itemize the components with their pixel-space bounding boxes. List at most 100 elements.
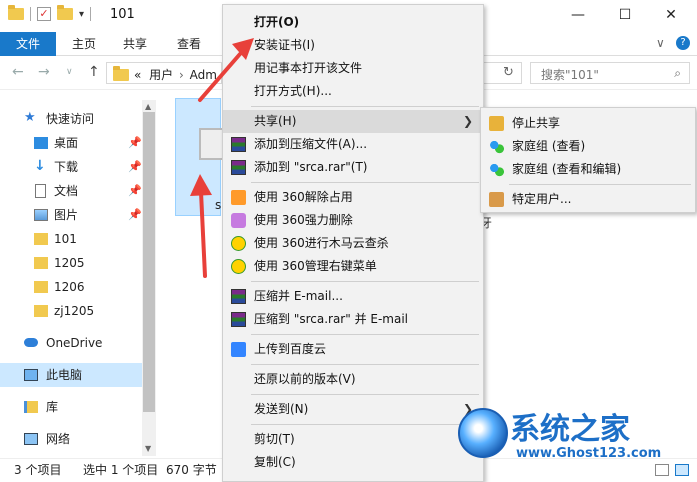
360-delete-icon — [231, 213, 246, 228]
menu-item-360-trojan-scan[interactable]: 使用 360进行木马云查杀 — [223, 232, 483, 255]
sidebar-item-onedrive[interactable]: OneDrive — [0, 331, 142, 355]
address-bar-end[interactable] — [480, 62, 522, 84]
sidebar-item-101[interactable]: 101 — [0, 227, 142, 251]
menu-item-open[interactable]: 打开(O) — [223, 11, 483, 34]
menu-item-360-unlock[interactable]: 使用 360解除占用 — [223, 186, 483, 209]
pin-icon[interactable]: 📌 — [128, 131, 142, 155]
large-icons-view-icon[interactable] — [675, 464, 689, 476]
sidebar-item-label: 快速访问 — [46, 112, 95, 126]
ribbon-expand-icon[interactable]: ∨ — [656, 36, 665, 50]
breadcrumb-users[interactable]: 用户 — [149, 68, 173, 82]
cloud-icon — [24, 338, 38, 347]
forward-icon[interactable]: → — [38, 64, 50, 80]
close-button[interactable]: ✕ — [648, 0, 694, 30]
menu-separator — [251, 281, 479, 282]
menu-item-label: 安装证书(I) — [254, 38, 315, 52]
picture-icon — [34, 209, 48, 221]
sidebar-item-label: 网络 — [46, 432, 71, 446]
menu-item-label: 特定用户... — [512, 192, 572, 206]
submenu-item-specific-people[interactable]: 特定用户... — [481, 188, 695, 211]
menu-item-upload-baidu[interactable]: 上传到百度云 — [223, 338, 483, 361]
sidebar-item-downloads[interactable]: ↓ 下载 📌 — [0, 155, 142, 179]
maximize-button[interactable]: ☐ — [602, 0, 648, 30]
window-title: 101 — [110, 7, 135, 22]
sidebar-item-1205[interactable]: 1205 — [0, 251, 142, 275]
menu-item-360-force-delete[interactable]: 使用 360强力删除 — [223, 209, 483, 232]
menu-item-add-to-srca-rar[interactable]: 添加到 "srca.rar"(T) — [223, 156, 483, 179]
pin-icon[interactable]: 📌 — [128, 179, 142, 203]
tab-file[interactable]: 文件 — [0, 32, 56, 56]
sidebar-item-label: 101 — [54, 232, 77, 246]
search-input[interactable]: 搜索"101" — [541, 66, 599, 83]
minimize-button[interactable]: — — [555, 0, 601, 30]
sidebar-item-zj1205[interactable]: zj1205 — [0, 299, 142, 323]
menu-item-compress-srca-email[interactable]: 压缩到 "srca.rar" 并 E-mail — [223, 308, 483, 331]
sidebar-item-libraries[interactable]: 库 — [0, 395, 142, 419]
quick-access-toolbar-dropdown-icon[interactable]: ▾ — [79, 9, 84, 20]
selection-count: 选中 1 个项目 — [83, 463, 159, 477]
menu-item-add-to-archive[interactable]: 添加到压缩文件(A)... — [223, 133, 483, 156]
breadcrumb: « 用户 › Adm — [134, 66, 217, 83]
menu-item-label: 使用 360管理右键菜单 — [254, 259, 377, 273]
properties-icon[interactable]: ✓ — [37, 7, 51, 21]
menu-item-open-with-notepad[interactable]: 用记事本打开该文件 — [223, 57, 483, 80]
details-view-icon[interactable] — [655, 464, 669, 476]
sidebar-item-label: 图片 — [54, 208, 79, 222]
submenu-item-homegroup-view[interactable]: 家庭组 (查看) — [481, 135, 695, 158]
tab-view[interactable]: 查看 — [177, 32, 201, 56]
context-menu: 打开(O) 安装证书(I) 用记事本打开该文件 打开方式(H)... 共享(H)… — [222, 4, 484, 482]
back-icon[interactable]: ← — [12, 64, 24, 80]
menu-item-label: 剪切(T) — [254, 432, 295, 446]
menu-item-open-with[interactable]: 打开方式(H)... — [223, 80, 483, 103]
sidebar-item-1206[interactable]: 1206 — [0, 275, 142, 299]
menu-item-install-certificate[interactable]: 安装证书(I) — [223, 34, 483, 57]
folder-icon — [113, 66, 129, 81]
360-menu-icon — [231, 259, 246, 274]
menu-item-share[interactable]: 共享(H) ❯ — [223, 110, 483, 133]
search-box[interactable]: 搜索"101" ⌕ — [530, 62, 690, 84]
menu-item-cut[interactable]: 剪切(T) — [223, 428, 483, 451]
recent-locations-icon[interactable]: ∨ — [66, 67, 73, 77]
breadcrumb-overflow[interactable]: « — [134, 68, 141, 82]
file-name: s — [215, 198, 222, 212]
baidu-cloud-icon — [231, 342, 246, 357]
sidebar-item-network[interactable]: 网络 — [0, 427, 142, 451]
submenu-item-homegroup-view-edit[interactable]: 家庭组 (查看和编辑) — [481, 158, 695, 181]
divider — [30, 7, 31, 21]
menu-item-copy[interactable]: 复制(C) — [223, 451, 483, 474]
tab-share[interactable]: 共享 — [123, 32, 147, 56]
download-icon: ↓ — [34, 158, 46, 174]
scrollbar-thumb[interactable] — [143, 112, 155, 412]
sidebar-item-pictures[interactable]: 图片 📌 — [0, 203, 142, 227]
scroll-up-icon[interactable]: ▲ — [145, 102, 151, 111]
site-logo-icon — [458, 408, 508, 458]
menu-item-label: 发送到(N) — [254, 402, 309, 416]
library-icon — [24, 401, 38, 413]
menu-item-label: 停止共享 — [512, 116, 561, 130]
360-scan-icon — [231, 236, 246, 251]
submenu-arrow-icon: ❯ — [463, 114, 474, 128]
address-bar[interactable]: « 用户 › Adm — [106, 62, 222, 84]
menu-item-compress-email[interactable]: 压缩并 E-mail... — [223, 285, 483, 308]
sidebar-item-documents[interactable]: 文档 📌 — [0, 179, 142, 203]
up-icon[interactable]: ↑ — [88, 64, 100, 80]
menu-item-label: 共享(H) — [254, 114, 297, 128]
tab-home[interactable]: 主页 — [72, 32, 96, 56]
sidebar-item-quick-access[interactable]: ★ 快速访问 — [0, 107, 142, 131]
users-icon — [489, 192, 504, 207]
submenu-item-stop-sharing[interactable]: 停止共享 — [481, 112, 695, 135]
new-folder-icon[interactable] — [57, 5, 73, 20]
pin-icon[interactable]: 📌 — [128, 155, 142, 179]
pin-icon[interactable]: 📌 — [128, 203, 142, 227]
help-icon[interactable]: ? — [676, 36, 690, 50]
refresh-icon[interactable]: ↻ — [503, 65, 514, 80]
sidebar-item-desktop[interactable]: 桌面 📌 — [0, 131, 142, 155]
menu-item-send-to[interactable]: 发送到(N) ❯ — [223, 398, 483, 421]
menu-item-360-manage-menu[interactable]: 使用 360管理右键菜单 — [223, 255, 483, 278]
breadcrumb-admin[interactable]: Adm — [190, 68, 217, 82]
menu-item-label: 还原以前的版本(V) — [254, 372, 356, 386]
homegroup-icon — [489, 139, 504, 154]
sidebar-item-this-pc[interactable]: 此电脑 — [0, 363, 142, 387]
menu-item-restore-previous[interactable]: 还原以前的版本(V) — [223, 368, 483, 391]
scroll-down-icon[interactable]: ▼ — [145, 444, 151, 453]
